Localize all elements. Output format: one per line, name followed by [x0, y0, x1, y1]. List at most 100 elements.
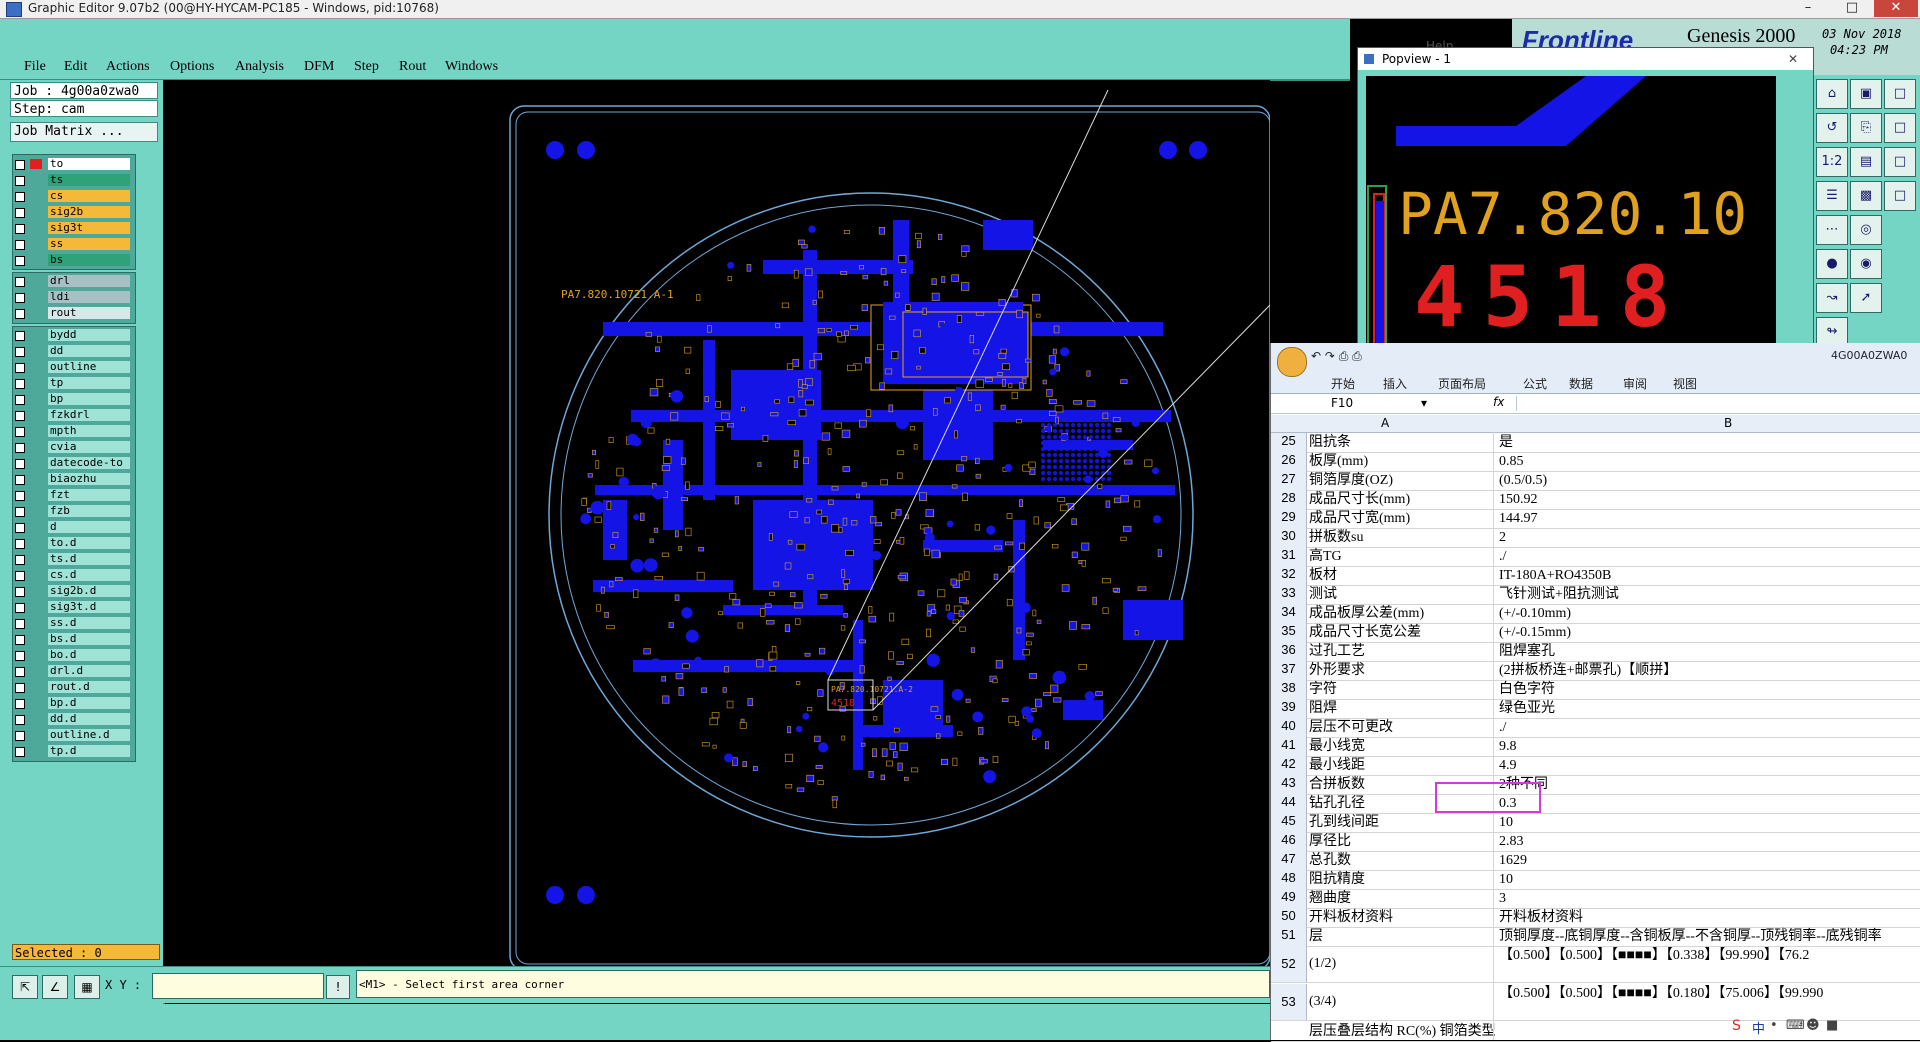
layer-checkbox[interactable]: [15, 571, 25, 581]
layer-checkbox[interactable]: [15, 731, 25, 741]
input-method-icon[interactable]: S: [1732, 1018, 1741, 1034]
cell-b[interactable]: ./: [1499, 718, 1919, 737]
cell-b[interactable]: 10: [1499, 870, 1919, 889]
layer-checkbox[interactable]: [15, 747, 25, 757]
layer-checkbox[interactable]: [15, 395, 25, 405]
layer-row[interactable]: ts.d: [12, 552, 132, 566]
snap-icon[interactable]: ●: [1816, 249, 1848, 279]
cell-a[interactable]: 成品尺寸长宽公差: [1309, 623, 1493, 642]
cell-a[interactable]: 拼板数su: [1309, 528, 1493, 547]
layer-name[interactable]: fzt: [48, 489, 130, 501]
chart-icon[interactable]: ▩: [1850, 181, 1882, 211]
cell-b[interactable]: 2.83: [1499, 832, 1919, 851]
layer-name[interactable]: cvia: [48, 441, 130, 453]
close-icon[interactable]: ✕: [1874, 0, 1918, 17]
layer-row[interactable]: sig2b: [12, 205, 132, 219]
layer-row[interactable]: bydd: [12, 328, 132, 342]
cell-b[interactable]: ./: [1499, 547, 1919, 566]
formula-input[interactable]: [1516, 396, 1917, 411]
layer-row[interactable]: dd.d: [12, 712, 132, 726]
cell-a[interactable]: 板材: [1309, 566, 1493, 585]
layer-name[interactable]: to: [48, 158, 130, 170]
xy-input[interactable]: [152, 973, 324, 999]
layer-checkbox[interactable]: [15, 176, 25, 186]
layer-name[interactable]: bp.d: [48, 697, 130, 709]
cell-b[interactable]: 0.85: [1499, 452, 1919, 471]
row-number[interactable]: 29: [1271, 509, 1307, 528]
measure-tool-icon[interactable]: ∠: [42, 975, 68, 999]
cell-b[interactable]: 绿色亚光: [1499, 699, 1919, 718]
layer-name[interactable]: drl: [48, 275, 130, 287]
layer-name[interactable]: drl.d: [48, 665, 130, 677]
layer-row[interactable]: ldi: [12, 290, 132, 304]
column-a-header[interactable]: A: [1381, 416, 1389, 430]
layer-row[interactable]: sig3t.d: [12, 600, 132, 614]
layer-name[interactable]: bs.d: [48, 633, 130, 645]
layer-row[interactable]: bs: [12, 253, 132, 267]
tab-data[interactable]: 数据: [1569, 375, 1593, 392]
cell-a[interactable]: 高TG: [1309, 547, 1493, 566]
grid-tool-icon[interactable]: ▦: [74, 975, 100, 999]
table-row[interactable]: 41 最小线宽 9.8: [1271, 737, 1920, 757]
layer-name[interactable]: cs.d: [48, 569, 130, 581]
cell-a[interactable]: 厚径比: [1309, 832, 1493, 851]
layer-name[interactable]: dd: [48, 345, 130, 357]
tab-home[interactable]: 开始: [1331, 375, 1355, 392]
window-icon[interactable]: ▣: [1850, 79, 1882, 109]
cell-a[interactable]: 外形要求: [1309, 661, 1493, 680]
quick-access-icons[interactable]: ↶ ↷ ⎙ ⎙: [1311, 349, 1362, 364]
layer-name[interactable]: biaozhu: [48, 473, 130, 485]
layer-checkbox[interactable]: [15, 715, 25, 725]
cell-a[interactable]: (3/4): [1309, 984, 1493, 1020]
layer-name[interactable]: ts.d: [48, 553, 130, 565]
user-icon[interactable]: ☻: [1806, 1018, 1820, 1033]
table-row[interactable]: 27 铜箔厚度(OZ) (0.5/0.5): [1271, 471, 1920, 491]
layer-checkbox[interactable]: [15, 379, 25, 389]
cell-b[interactable]: 开料板材资料: [1499, 908, 1919, 927]
cell-b[interactable]: 150.92: [1499, 490, 1919, 509]
table-row[interactable]: 52 (1/2) 【0.500】【0.500】【■■■■】【0.338】【99.99…: [1271, 946, 1920, 983]
table-row[interactable]: 51 层顶铜厚度--底铜厚度--含铜板厚--不含铜厚--顶残铜率--底残铜率: [1271, 927, 1920, 947]
cell-b[interactable]: (+/-0.15mm): [1499, 623, 1919, 642]
table-row[interactable]: 43 合拼板数 2种不同: [1271, 775, 1920, 795]
row-number[interactable]: 33: [1271, 585, 1307, 604]
layer-row[interactable]: drl.d: [12, 664, 132, 678]
cell-b[interactable]: (0.5/0.5): [1499, 471, 1919, 490]
layer-row[interactable]: fzkdrl: [12, 408, 132, 422]
cell-a[interactable]: 最小线宽: [1309, 737, 1493, 756]
layer-row[interactable]: bo.d: [12, 648, 132, 662]
layer-checkbox[interactable]: [15, 459, 25, 469]
layer-name[interactable]: datecode-to: [48, 457, 130, 469]
layer-row[interactable]: biaozhu: [12, 472, 132, 486]
layer-row[interactable]: sig2b.d: [12, 584, 132, 598]
layer-checkbox[interactable]: [15, 363, 25, 373]
row-number[interactable]: 52: [1271, 946, 1307, 982]
cell-b[interactable]: 3: [1499, 889, 1919, 908]
layer-checkbox[interactable]: [15, 667, 25, 677]
table-row[interactable]: 50 开料板材资料 开料板材资料: [1271, 908, 1920, 928]
cell-a[interactable]: 铜箔厚度(OZ): [1309, 471, 1493, 490]
cell-b[interactable]: 0.3: [1499, 794, 1919, 813]
layer-checkbox[interactable]: [15, 411, 25, 421]
row-number[interactable]: 44: [1271, 794, 1307, 813]
table-row[interactable]: 33 测试 飞针测试+阻抗测试: [1271, 585, 1920, 605]
layer-checkbox[interactable]: [15, 256, 25, 266]
layer-checkbox[interactable]: [15, 491, 25, 501]
layer-checkbox[interactable]: [15, 347, 25, 357]
layer-name[interactable]: sig2b: [48, 206, 130, 218]
row-number[interactable]: 26: [1271, 452, 1307, 471]
tab-review[interactable]: 审阅: [1623, 375, 1647, 392]
cell-a[interactable]: 阻抗精度: [1309, 870, 1493, 889]
ruler-icon[interactable]: ⋯: [1816, 215, 1848, 245]
layer-checkbox[interactable]: [15, 635, 25, 645]
cell-b[interactable]: (+/-0.10mm): [1499, 604, 1919, 623]
cell-a[interactable]: (1/2): [1309, 946, 1493, 982]
layer-checkbox[interactable]: [15, 427, 25, 437]
tab-view[interactable]: 视图: [1673, 375, 1697, 392]
cell-a[interactable]: 成品尺寸长(mm): [1309, 490, 1493, 509]
table-row[interactable]: 46 厚径比 2.83: [1271, 832, 1920, 852]
layer-row[interactable]: outline.d: [12, 728, 132, 742]
cell-b[interactable]: 2种不同: [1499, 775, 1919, 794]
layer-checkbox[interactable]: [15, 555, 25, 565]
cell-a[interactable]: 总孔数: [1309, 851, 1493, 870]
